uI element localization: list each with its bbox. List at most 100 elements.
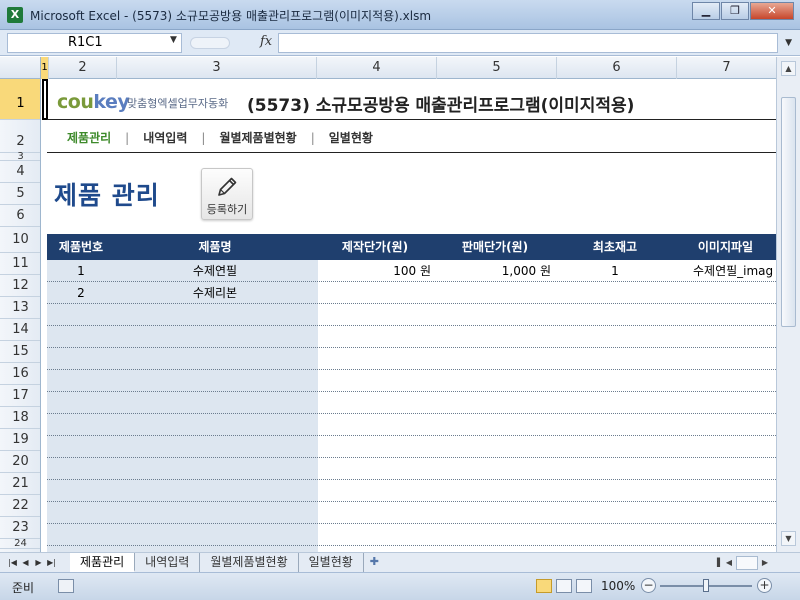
column-header[interactable]: 4 bbox=[317, 57, 437, 79]
nav-item[interactable]: 제품관리 bbox=[67, 129, 111, 146]
row-header[interactable]: 21 bbox=[0, 473, 40, 495]
table-cell[interactable] bbox=[47, 326, 115, 348]
table-row[interactable] bbox=[47, 458, 776, 480]
column-header[interactable]: 2 bbox=[49, 57, 117, 79]
insert-function-icon[interactable]: fx bbox=[260, 34, 272, 49]
table-cell[interactable] bbox=[555, 502, 675, 524]
table-cell[interactable] bbox=[435, 502, 555, 524]
formula-cancel-enter[interactable] bbox=[190, 37, 230, 49]
table-cell[interactable] bbox=[435, 282, 555, 304]
table-cell[interactable] bbox=[115, 414, 315, 436]
table-cell[interactable] bbox=[675, 414, 776, 436]
row-header[interactable]: 16 bbox=[0, 363, 40, 385]
table-cell[interactable] bbox=[47, 480, 115, 502]
expand-formula-icon[interactable]: ▼ bbox=[785, 38, 792, 48]
table-row[interactable] bbox=[47, 304, 776, 326]
normal-view-icon[interactable] bbox=[536, 579, 552, 593]
register-button[interactable]: 등록하기 bbox=[201, 168, 253, 220]
table-cell[interactable] bbox=[115, 326, 315, 348]
chevron-down-icon[interactable]: ▼ bbox=[170, 35, 177, 45]
page-layout-view-icon[interactable] bbox=[556, 579, 572, 593]
row-header[interactable]: 5 bbox=[0, 183, 40, 205]
table-cell[interactable] bbox=[555, 524, 675, 546]
table-cell[interactable] bbox=[315, 436, 435, 458]
formula-input[interactable] bbox=[278, 33, 778, 53]
row-header[interactable]: 13 bbox=[0, 297, 40, 319]
last-sheet-icon[interactable]: ▶| bbox=[45, 555, 58, 570]
table-row[interactable]: 1 수제연필 100 원 1,000 원 1 수제연필_imag bbox=[47, 260, 776, 282]
table-cell[interactable] bbox=[675, 348, 776, 370]
table-cell[interactable] bbox=[115, 458, 315, 480]
table-cell[interactable] bbox=[675, 370, 776, 392]
worksheet[interactable]: coukey 맞춤형엑셀업무자동화 (5573) 소규모공방용 매출관리프로그램… bbox=[41, 79, 776, 552]
table-cell[interactable] bbox=[315, 348, 435, 370]
table-cell[interactable] bbox=[675, 436, 776, 458]
table-cell[interactable] bbox=[555, 414, 675, 436]
nav-item[interactable]: 내역입력 bbox=[143, 129, 187, 146]
table-row[interactable] bbox=[47, 392, 776, 414]
table-cell[interactable] bbox=[315, 370, 435, 392]
table-cell[interactable]: 2 bbox=[47, 282, 115, 304]
table-cell[interactable] bbox=[115, 480, 315, 502]
minimize-button[interactable]: ▁ bbox=[692, 2, 720, 20]
insert-sheet-icon[interactable]: ✚ bbox=[364, 553, 385, 572]
row-header[interactable]: 4 bbox=[0, 161, 40, 183]
table-row[interactable] bbox=[47, 524, 776, 546]
table-cell[interactable] bbox=[675, 458, 776, 480]
table-cell[interactable] bbox=[675, 304, 776, 326]
table-row[interactable] bbox=[47, 414, 776, 436]
row-header[interactable]: 1 bbox=[0, 79, 40, 120]
table-cell[interactable] bbox=[47, 348, 115, 370]
table-row[interactable] bbox=[47, 480, 776, 502]
table-cell[interactable] bbox=[675, 392, 776, 414]
horizontal-scrollbar[interactable]: ▐ ◀ ▶ bbox=[712, 556, 776, 570]
table-row[interactable]: 2 수제리본 bbox=[47, 282, 776, 304]
table-cell[interactable] bbox=[315, 304, 435, 326]
row-header[interactable]: 6 bbox=[0, 205, 40, 227]
table-cell[interactable] bbox=[435, 458, 555, 480]
row-header[interactable]: 3 bbox=[0, 152, 40, 162]
table-cell[interactable] bbox=[555, 436, 675, 458]
sheet-tab[interactable]: 일별현황 bbox=[299, 553, 364, 572]
column-header[interactable]: 3 bbox=[117, 57, 317, 79]
horizontal-scroll-thumb[interactable] bbox=[736, 556, 758, 570]
table-cell[interactable] bbox=[435, 436, 555, 458]
table-cell[interactable] bbox=[47, 458, 115, 480]
excel-app-icon[interactable]: X bbox=[7, 7, 23, 23]
sheet-tab[interactable]: 제품관리 bbox=[70, 553, 136, 572]
vertical-scroll-thumb[interactable] bbox=[781, 97, 796, 327]
column-header[interactable]: 7 bbox=[677, 57, 777, 79]
table-cell[interactable] bbox=[315, 480, 435, 502]
split-box-icon[interactable]: ▐ bbox=[712, 556, 722, 570]
restore-button[interactable]: ❐ bbox=[721, 2, 749, 20]
table-cell[interactable] bbox=[315, 282, 435, 304]
table-cell[interactable] bbox=[315, 414, 435, 436]
zoom-in-icon[interactable]: + bbox=[757, 578, 772, 593]
table-cell[interactable] bbox=[675, 326, 776, 348]
prev-sheet-icon[interactable]: ◀ bbox=[19, 555, 32, 570]
table-cell[interactable]: 수제연필_imag bbox=[675, 260, 776, 282]
table-cell[interactable] bbox=[115, 370, 315, 392]
table-cell[interactable] bbox=[675, 480, 776, 502]
table-cell[interactable] bbox=[47, 524, 115, 546]
first-sheet-icon[interactable]: |◀ bbox=[6, 555, 19, 570]
zoom-slider-thumb[interactable] bbox=[703, 579, 709, 592]
table-cell[interactable] bbox=[47, 502, 115, 524]
page-break-view-icon[interactable] bbox=[576, 579, 592, 593]
row-header[interactable]: 15 bbox=[0, 341, 40, 363]
table-cell[interactable] bbox=[115, 348, 315, 370]
table-cell[interactable] bbox=[555, 480, 675, 502]
row-header[interactable]: 18 bbox=[0, 407, 40, 429]
table-cell[interactable] bbox=[315, 458, 435, 480]
table-cell[interactable] bbox=[435, 348, 555, 370]
row-header[interactable]: 23 bbox=[0, 517, 40, 539]
scroll-up-icon[interactable]: ▲ bbox=[781, 61, 796, 76]
table-cell[interactable]: 1 bbox=[47, 260, 115, 282]
next-sheet-icon[interactable]: ▶ bbox=[32, 555, 45, 570]
table-cell[interactable] bbox=[435, 414, 555, 436]
table-cell[interactable] bbox=[555, 282, 675, 304]
table-cell[interactable]: 100 원 bbox=[315, 260, 435, 282]
table-cell[interactable] bbox=[555, 326, 675, 348]
table-cell[interactable] bbox=[47, 436, 115, 458]
table-cell[interactable] bbox=[315, 392, 435, 414]
